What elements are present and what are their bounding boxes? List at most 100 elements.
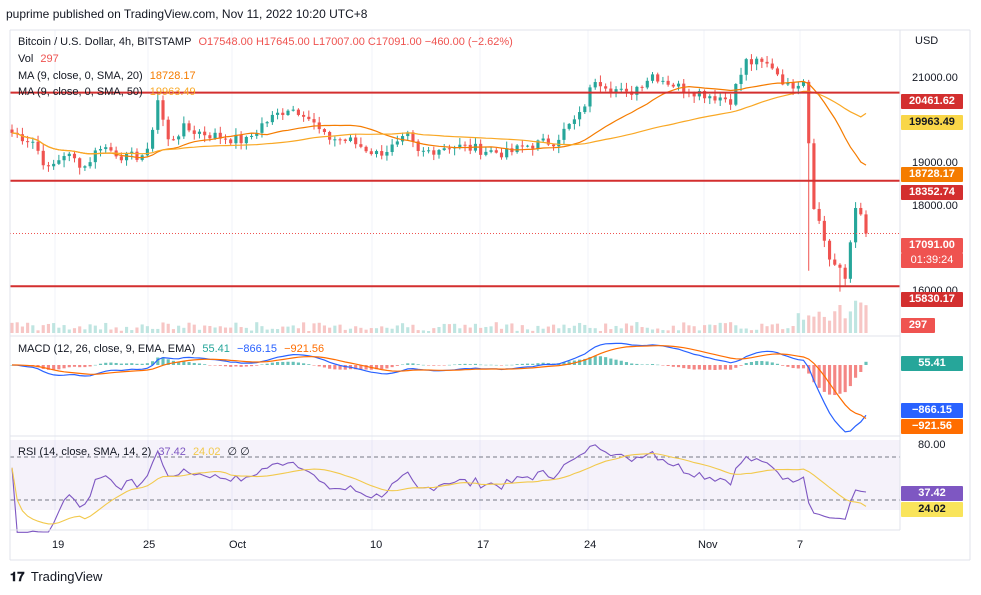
candle-body (525, 145, 530, 147)
currency-label: USD (915, 35, 939, 47)
candle-body (109, 147, 113, 151)
candle-body (749, 59, 754, 65)
candle-body (744, 59, 748, 75)
candle-body (447, 148, 451, 150)
ma50-legend[interactable]: MA (9, close, 0, SMA, 50) 19963.49 (18, 86, 200, 98)
ma50-label: MA (9, close, 0, SMA, 50) (18, 86, 143, 98)
volume-bar (630, 325, 634, 333)
published-header: puprime published on TradingView.com, No… (6, 7, 368, 21)
volume-bar (187, 322, 191, 333)
candle-body (88, 162, 92, 167)
macd-hist-value: 55.41 (202, 343, 230, 355)
volume-bar (166, 323, 170, 333)
volume-bars (10, 300, 868, 333)
macd-histogram-bar (666, 365, 670, 367)
macd-histogram-bar (442, 365, 446, 366)
tradingview-footer[interactable]: 𝟏𝟕 TradingView (10, 569, 102, 585)
macd-histogram-bar (864, 361, 868, 365)
volume-bar (734, 325, 738, 333)
candle-body (635, 86, 639, 95)
candle-body (812, 143, 816, 209)
macd-histogram-bar (598, 356, 602, 365)
volume-bar (93, 325, 97, 333)
time-tick: Oct (229, 539, 247, 551)
candle-body (854, 207, 858, 243)
macd-histogram-bar (88, 365, 92, 367)
candle-body (661, 80, 665, 82)
rsi-extra: ∅ ∅ (227, 446, 250, 458)
volume-bar (562, 324, 566, 333)
candle-body (369, 151, 373, 155)
volume-bar (432, 328, 436, 333)
macd-histogram-bar (203, 364, 207, 365)
macd-label: MACD (12, 26, close, 9, EMA, EMA) (18, 343, 196, 355)
macd-histogram-bar (244, 365, 248, 367)
symbol-title[interactable]: Bitcoin / U.S. Dollar, 4h, BITSTAMP (18, 36, 191, 48)
volume-bar (713, 325, 717, 333)
macd-legend[interactable]: MACD (12, 26, close, 9, EMA, EMA) 55.41 … (18, 343, 328, 355)
candle-body (151, 129, 155, 149)
volume-bar (525, 329, 530, 333)
candle-body (708, 96, 712, 99)
level-label-resistance[interactable]: 20461.62 (901, 94, 963, 109)
volume-bar (682, 322, 686, 333)
volume-bar (676, 330, 681, 333)
candle-body (187, 123, 191, 131)
volume-bar (505, 324, 509, 333)
macd-histogram-bar (447, 364, 451, 366)
volume-bar (171, 329, 175, 333)
volume-bar (239, 327, 243, 333)
volume-bar (723, 323, 727, 333)
rsi-value: 37.42 (158, 446, 186, 458)
macd-hist-axis-label: 55.41 (901, 356, 963, 371)
macd-histogram-bar (83, 365, 87, 368)
volume-bar (843, 318, 847, 333)
volume-bar (135, 327, 139, 333)
volume-bar (583, 324, 587, 333)
macd-signal-value: −921.56 (284, 343, 325, 355)
volume-bar (551, 324, 556, 333)
candle-body (67, 153, 71, 157)
candle-body (442, 148, 446, 151)
volume-bar (348, 328, 353, 333)
candle-body (791, 82, 795, 89)
candle-body (770, 63, 774, 69)
level-label-resistance-2[interactable]: 18352.74 (901, 185, 963, 200)
candle-body (229, 139, 233, 144)
rsi-legend[interactable]: RSI (14, close, SMA, 14, 2) 37.42 24.02 … (18, 445, 254, 458)
volume-bar (197, 329, 202, 333)
volume-bar (697, 330, 701, 333)
volume-legend[interactable]: Vol 297 (18, 53, 63, 65)
candle-body (578, 112, 582, 120)
candle-body (322, 129, 327, 133)
candle-body (135, 151, 139, 160)
volume-bar (182, 327, 186, 333)
macd-histogram-bar (755, 361, 759, 365)
macd-histogram-bar (119, 363, 123, 365)
volume-bar (369, 328, 373, 333)
horizontal-levels[interactable] (10, 91, 900, 288)
ma20-legend[interactable]: MA (9, close, 0, SMA, 20) 18728.17 (18, 70, 200, 82)
macd-histogram-bar (437, 365, 441, 366)
time-tick: 7 (797, 539, 804, 551)
candle-body (624, 88, 629, 92)
volume-bar (88, 324, 92, 333)
candle-body (739, 74, 743, 85)
macd-histogram-bar (453, 364, 457, 366)
volume-bar (114, 327, 118, 333)
macd-histogram-bar (494, 364, 498, 366)
candle-body (333, 139, 337, 141)
candle-body (385, 152, 389, 156)
ma50-line (11, 90, 867, 155)
candle-body (78, 158, 82, 168)
time-tick: 24 (584, 539, 597, 551)
candle-body (838, 264, 842, 268)
candle-body (676, 83, 681, 87)
volume-bar (833, 311, 837, 333)
macd-histogram-bar (723, 365, 727, 370)
level-label-support[interactable]: 15830.17 (901, 292, 963, 307)
volume-bar (557, 328, 561, 333)
volume-bar (322, 325, 327, 333)
macd-histogram-bar (395, 365, 399, 366)
candle-body (343, 139, 347, 141)
